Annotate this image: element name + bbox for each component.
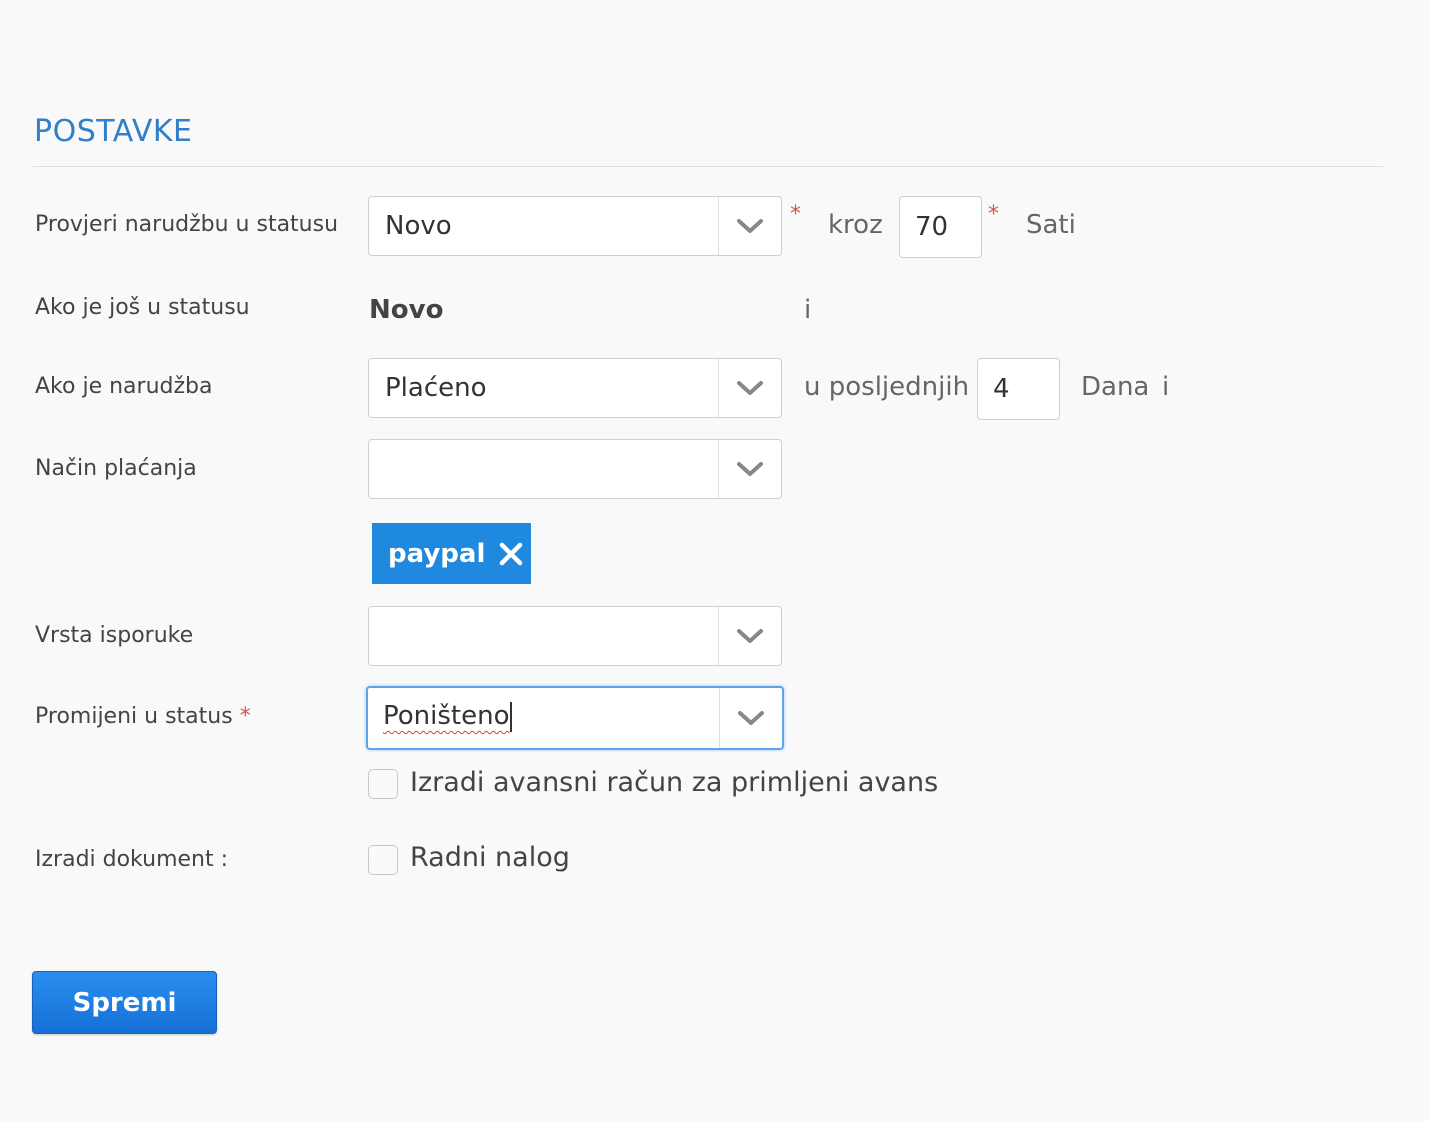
through-label: kroz — [828, 210, 883, 240]
chevron-down-icon — [738, 711, 764, 725]
payment-tag-paypal: paypal — [372, 523, 531, 584]
section-divider — [33, 166, 1383, 167]
change-status-dropdown-button[interactable] — [719, 688, 782, 748]
chevron-down-icon — [737, 629, 763, 643]
payment-method-label: Način plaćanja — [35, 456, 197, 481]
and-label: i — [1162, 372, 1170, 402]
payment-tag-label: paypal — [388, 538, 486, 569]
create-document-label: Izradi dokument : — [35, 847, 229, 872]
order-status-value: Plaćeno — [385, 373, 487, 403]
work-order-label[interactable]: Radni nalog — [410, 842, 570, 873]
if-still-status-value: Novo — [369, 295, 444, 325]
delivery-type-label: Vrsta isporuke — [35, 623, 194, 648]
section-title: POSTAVKE — [34, 114, 193, 149]
days-input[interactable]: 4 — [977, 358, 1060, 420]
change-status-input[interactable]: Poništeno — [383, 688, 513, 744]
change-status-label-row: Promijeni u status * — [35, 704, 251, 729]
in-last-label: u posljednjih — [804, 372, 970, 402]
change-status-value: Poništeno — [383, 701, 510, 731]
required-mark: * — [239, 704, 251, 729]
delivery-type-dropdown-button[interactable] — [718, 607, 781, 665]
work-order-checkbox[interactable] — [368, 845, 398, 875]
hours-unit-label: Sati — [1026, 210, 1076, 240]
check-order-label: Provjeri narudžbu u statusu — [35, 212, 339, 237]
chevron-down-icon — [737, 381, 763, 395]
required-mark: * — [790, 202, 801, 227]
save-button[interactable]: Spremi — [32, 971, 217, 1034]
advance-invoice-label[interactable]: Izradi avansni račun za primljeni avans — [410, 767, 938, 798]
order-status-dropdown-button[interactable] — [718, 359, 781, 417]
days-unit-label: Dana — [1081, 372, 1150, 402]
text-caret — [510, 701, 513, 732]
payment-method-dropdown-button[interactable] — [718, 440, 781, 498]
chevron-down-icon — [737, 219, 763, 233]
hours-input[interactable]: 70 — [899, 196, 982, 258]
if-order-label: Ako je narudžba — [35, 374, 213, 399]
check-status-select[interactable]: Novo — [368, 196, 782, 256]
and-label: i — [804, 295, 812, 325]
payment-method-select[interactable] — [368, 439, 782, 499]
chevron-down-icon — [737, 462, 763, 476]
if-still-label: Ako je još u statusu — [35, 295, 250, 320]
check-status-value: Novo — [385, 211, 452, 241]
close-icon[interactable] — [499, 542, 523, 566]
delivery-type-select[interactable] — [368, 606, 782, 666]
order-status-select[interactable]: Plaćeno — [368, 358, 782, 418]
advance-invoice-checkbox[interactable] — [368, 769, 398, 799]
check-status-dropdown-button[interactable] — [718, 197, 781, 255]
change-status-select[interactable]: Poništeno — [366, 686, 784, 750]
required-mark: * — [988, 202, 999, 227]
change-status-label: Promijeni u status — [35, 704, 233, 729]
